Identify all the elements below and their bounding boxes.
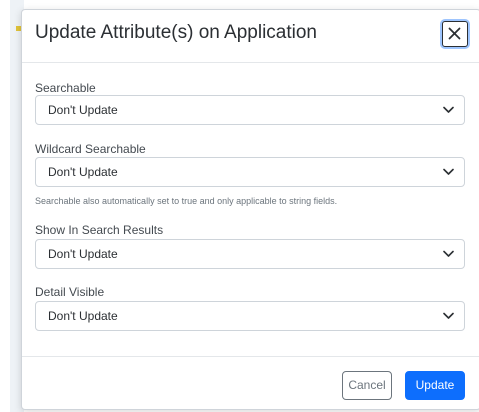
wildcard-searchable-help-text: Searchable also automatically set to tru… bbox=[35, 196, 338, 206]
detail-visible-label: Detail Visible bbox=[35, 285, 105, 299]
show-in-search-results-label: Show In Search Results bbox=[35, 223, 164, 237]
modal-footer-divider bbox=[22, 356, 479, 357]
update-attributes-dialog: Update Attribute(s) on Application Searc… bbox=[21, 9, 479, 410]
searchable-select-value: Don't Update bbox=[48, 103, 118, 117]
modal-title: Update Attribute(s) on Application bbox=[35, 22, 318, 43]
searchable-select[interactable]: Don't Update bbox=[35, 95, 465, 125]
wildcard-searchable-label: Wildcard Searchable bbox=[35, 142, 146, 156]
show-in-search-results-select-value: Don't Update bbox=[48, 247, 118, 261]
cancel-button[interactable]: Cancel bbox=[342, 371, 392, 400]
chevron-down-icon bbox=[443, 312, 454, 319]
close-icon bbox=[448, 27, 461, 40]
close-button[interactable] bbox=[442, 21, 468, 47]
chevron-down-icon bbox=[443, 250, 454, 257]
show-in-search-results-select[interactable]: Don't Update bbox=[35, 239, 465, 269]
searchable-label: Searchable bbox=[35, 81, 96, 95]
wildcard-searchable-select[interactable]: Don't Update bbox=[35, 157, 465, 187]
chevron-down-icon bbox=[443, 106, 454, 113]
modal-header: Update Attribute(s) on Application bbox=[22, 10, 479, 63]
chevron-down-icon bbox=[443, 168, 454, 175]
detail-visible-select[interactable]: Don't Update bbox=[35, 301, 465, 331]
update-button[interactable]: Update bbox=[405, 371, 465, 400]
wildcard-searchable-select-value: Don't Update bbox=[48, 165, 118, 179]
detail-visible-select-value: Don't Update bbox=[48, 309, 118, 323]
